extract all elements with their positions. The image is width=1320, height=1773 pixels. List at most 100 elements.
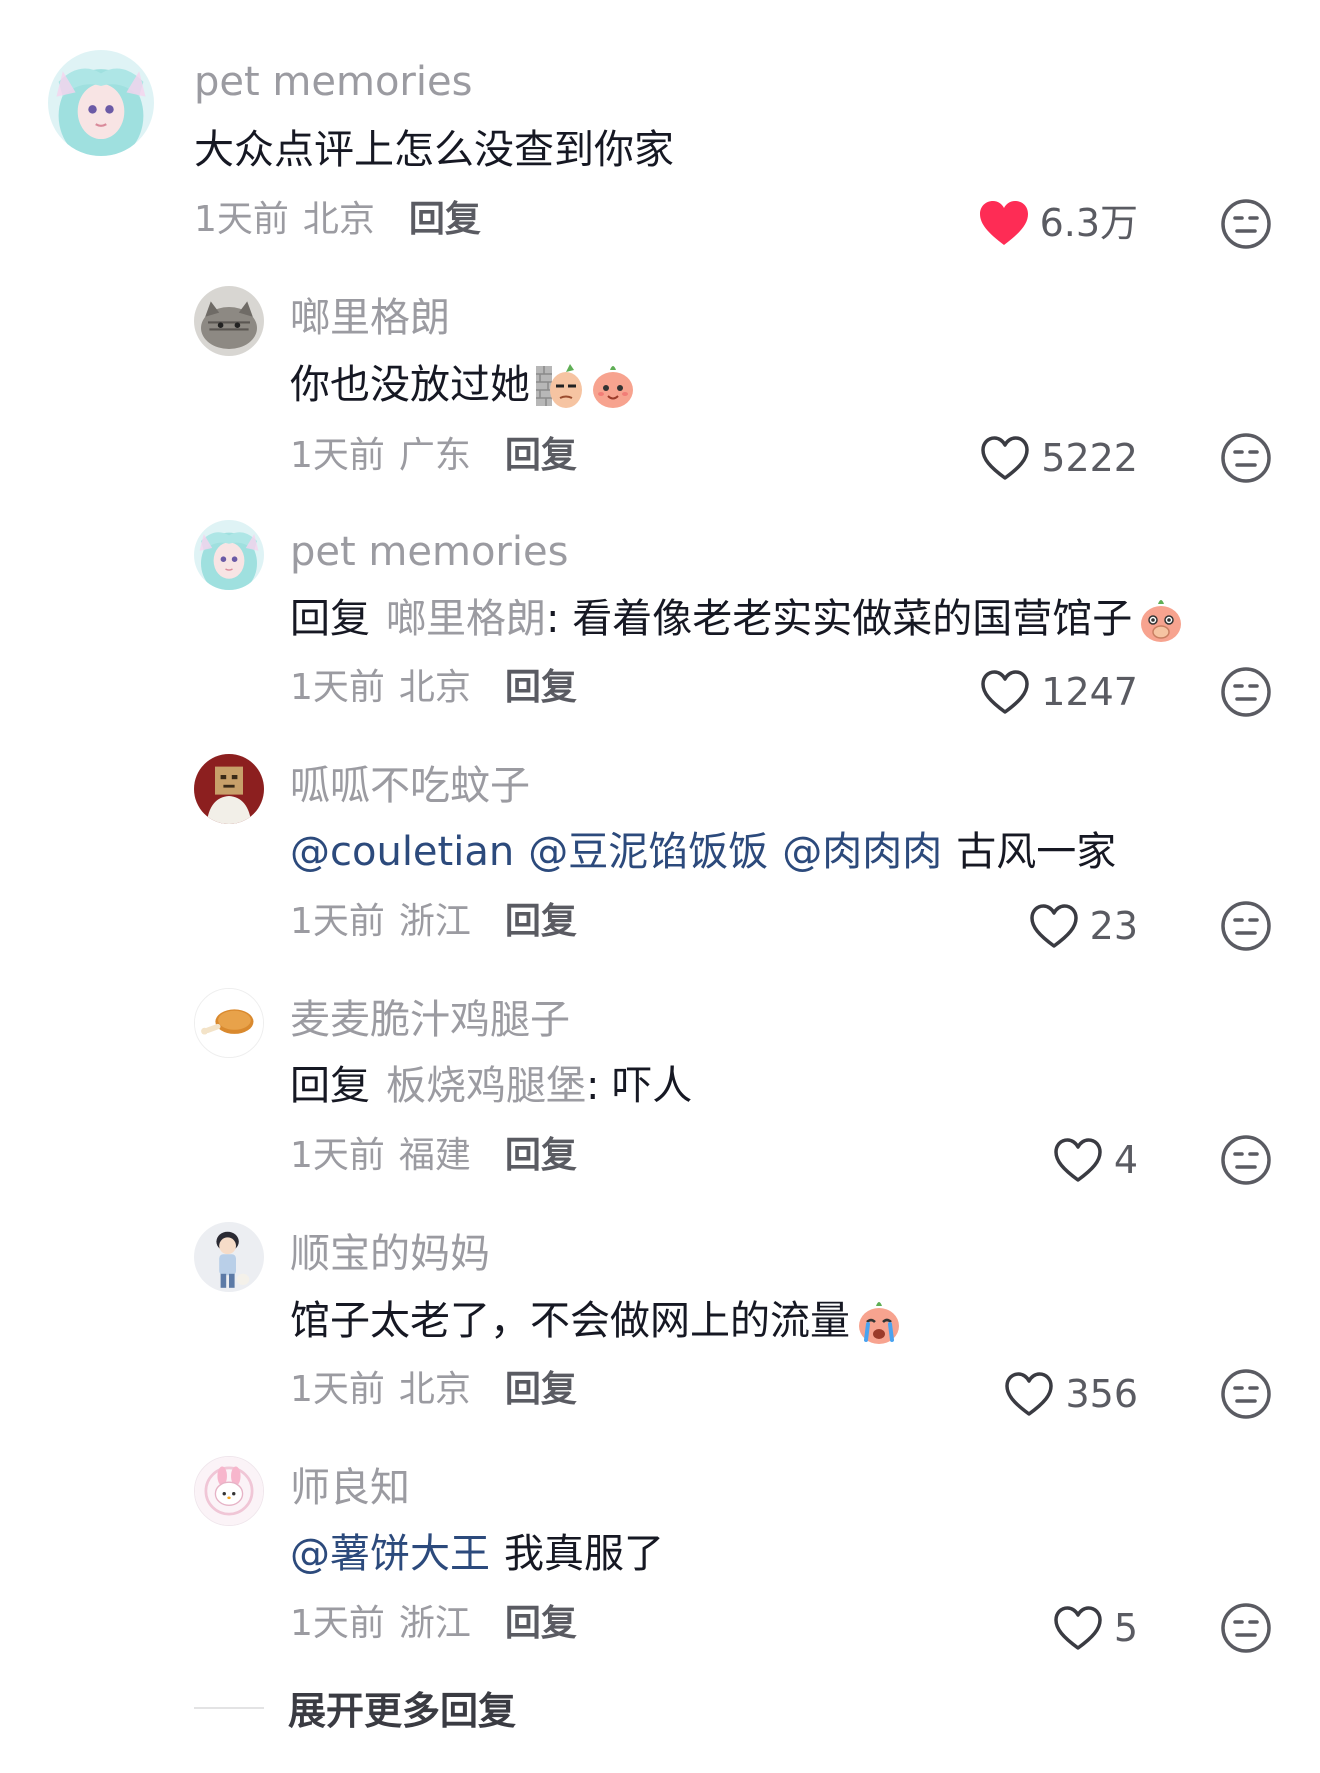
comment-meta: 1天前 浙江 回复 (290, 1602, 577, 1646)
comment-text: @薯饼大王 我真服了 (290, 1530, 664, 1578)
comment-location: 浙江 (398, 1603, 471, 1644)
comment-time: 1天前 (290, 901, 385, 942)
dislike-button[interactable] (1220, 198, 1272, 250)
comment-body: 馆子太老了，不会做网上的流量 (290, 1298, 850, 1344)
comment-time: 1天前 (290, 667, 385, 708)
dislike-button[interactable] (1220, 1134, 1272, 1186)
anime-girl-avatar-icon (48, 50, 154, 156)
wall-peek-emoji-icon (534, 360, 584, 410)
comment-meta: 1天前 浙江 回复 (290, 900, 577, 944)
reply-button[interactable]: 回复 (505, 1602, 577, 1646)
fried-chicken-avatar-icon (195, 989, 263, 1057)
neutral-face-icon (1221, 433, 1271, 483)
comment-time: 1天前 (290, 1369, 385, 1410)
comment-author[interactable]: 啷里格朗 (290, 294, 450, 342)
dislike-button[interactable] (1220, 900, 1272, 952)
reply-button[interactable]: 回复 (505, 900, 577, 944)
like-count: 5222 (1041, 436, 1138, 480)
dislike-button[interactable] (1220, 432, 1272, 484)
comment-time: 1天前 (194, 199, 289, 240)
neutral-face-icon (1221, 1369, 1271, 1419)
melody-bunny-avatar-icon (195, 1457, 263, 1525)
mention-link[interactable]: @couletian (290, 828, 514, 876)
heart-outline-icon[interactable] (979, 668, 1031, 716)
reply-button[interactable]: 回复 (505, 1134, 577, 1178)
like-count: 5 (1113, 1606, 1138, 1650)
avatar[interactable] (194, 754, 264, 824)
avatar[interactable] (194, 286, 264, 356)
dislike-button[interactable] (1220, 666, 1272, 718)
comment-location: 浙江 (398, 901, 471, 942)
like-count: 356 (1065, 1372, 1138, 1416)
comment-author[interactable]: 麦麦脆汁鸡腿子 (290, 996, 570, 1044)
like-control[interactable]: 5222 (979, 430, 1138, 486)
mention-link[interactable]: @豆泥馅饭饭 (528, 828, 768, 876)
heart-outline-icon[interactable] (1052, 1136, 1104, 1184)
like-control[interactable]: 6.3万 (978, 195, 1138, 251)
paper-bag-head-avatar-icon (194, 754, 264, 824)
expand-more-replies[interactable]: 展开更多回复 (194, 1680, 516, 1735)
neutral-face-icon (1221, 199, 1271, 249)
comment-text: @couletian @豆泥馅饭饭 @肉肉肉 古风一家 (290, 828, 1116, 876)
comment-body: 大众点评上怎么没查到你家 (194, 127, 674, 173)
like-control[interactable]: 5 (1052, 1600, 1138, 1656)
heart-outline-icon[interactable] (1028, 902, 1080, 950)
reply-target-user[interactable]: 啷里格朗 (386, 595, 546, 643)
mention-link[interactable]: @薯饼大王 (290, 1530, 490, 1578)
comment-text: 你也没放过她 (290, 360, 638, 410)
reply-button[interactable]: 回复 (505, 434, 577, 478)
reply-target-user[interactable]: 板烧鸡腿堡 (386, 1062, 586, 1110)
comment-author[interactable]: 呱呱不吃蚊子 (290, 762, 530, 810)
comment-meta: 1天前 北京 回复 (290, 666, 577, 710)
like-count: 4 (1113, 1138, 1138, 1182)
heart-outline-icon[interactable] (1003, 1370, 1055, 1418)
neutral-face-icon (1221, 667, 1271, 717)
comment-meta: 1天前 福建 回复 (290, 1134, 577, 1178)
anime-girl-avatar-icon (194, 520, 264, 590)
heart-filled-icon[interactable] (978, 199, 1030, 247)
dislike-button[interactable] (1220, 1368, 1272, 1420)
comment-author[interactable]: 顺宝的妈妈 (290, 1230, 490, 1278)
dislike-button[interactable] (1220, 1602, 1272, 1654)
comment-text: 回复 啷里格朗 : 看着像老老实实做菜的国营馆子 (290, 594, 1186, 644)
comment-text: 馆子太老了，不会做网上的流量 (290, 1296, 904, 1346)
mention-link[interactable]: @肉肉肉 (782, 828, 942, 876)
expand-divider (194, 1706, 264, 1709)
comment-location: 北京 (398, 1369, 471, 1410)
like-count: 23 (1089, 904, 1138, 948)
avatar[interactable] (48, 50, 154, 156)
avatar[interactable] (194, 1222, 264, 1292)
comment-time: 1天前 (290, 435, 385, 476)
comment-body: : 看着像老老实实做菜的国营馆子 (546, 596, 1133, 642)
avatar[interactable] (194, 988, 264, 1058)
expand-more-label[interactable]: 展开更多回复 (288, 1680, 516, 1735)
comment-text: 回复 板烧鸡腿堡 : 吓人 (290, 1062, 692, 1110)
heart-outline-icon[interactable] (979, 434, 1031, 482)
reply-prefix: 回复 (290, 596, 370, 642)
avatar[interactable] (194, 1456, 264, 1526)
like-control[interactable]: 356 (1003, 1366, 1138, 1422)
comment-text: 大众点评上怎么没查到你家 (194, 126, 674, 174)
comment-time: 1天前 (290, 1135, 385, 1176)
comment-body: : 吓人 (586, 1063, 693, 1109)
comment-author[interactable]: 师良知 (290, 1464, 410, 1512)
peach-smile-emoji-icon (588, 360, 638, 410)
heart-outline-icon[interactable] (1052, 1604, 1104, 1652)
like-control[interactable]: 1247 (979, 664, 1138, 720)
reply-button[interactable]: 回复 (505, 1368, 577, 1412)
comment-body: 你也没放过她 (290, 362, 530, 408)
comment-location: 广东 (398, 435, 471, 476)
comment-meta: 1天前 广东 回复 (290, 434, 577, 478)
comment-meta: 1天前 北京 回复 (290, 1368, 577, 1412)
avatar[interactable] (194, 520, 264, 590)
comment-author[interactable]: pet memories (194, 58, 472, 106)
like-control[interactable]: 23 (1028, 898, 1138, 954)
peach-cover-mouth-emoji-icon (1136, 594, 1186, 644)
neutral-face-icon (1221, 1603, 1271, 1653)
like-control[interactable]: 4 (1052, 1132, 1138, 1188)
reply-button[interactable]: 回复 (505, 666, 577, 710)
comment-author[interactable]: pet memories (290, 528, 568, 576)
reply-button[interactable]: 回复 (409, 198, 481, 242)
neutral-face-icon (1221, 1135, 1271, 1185)
comment-location: 北京 (302, 199, 375, 240)
